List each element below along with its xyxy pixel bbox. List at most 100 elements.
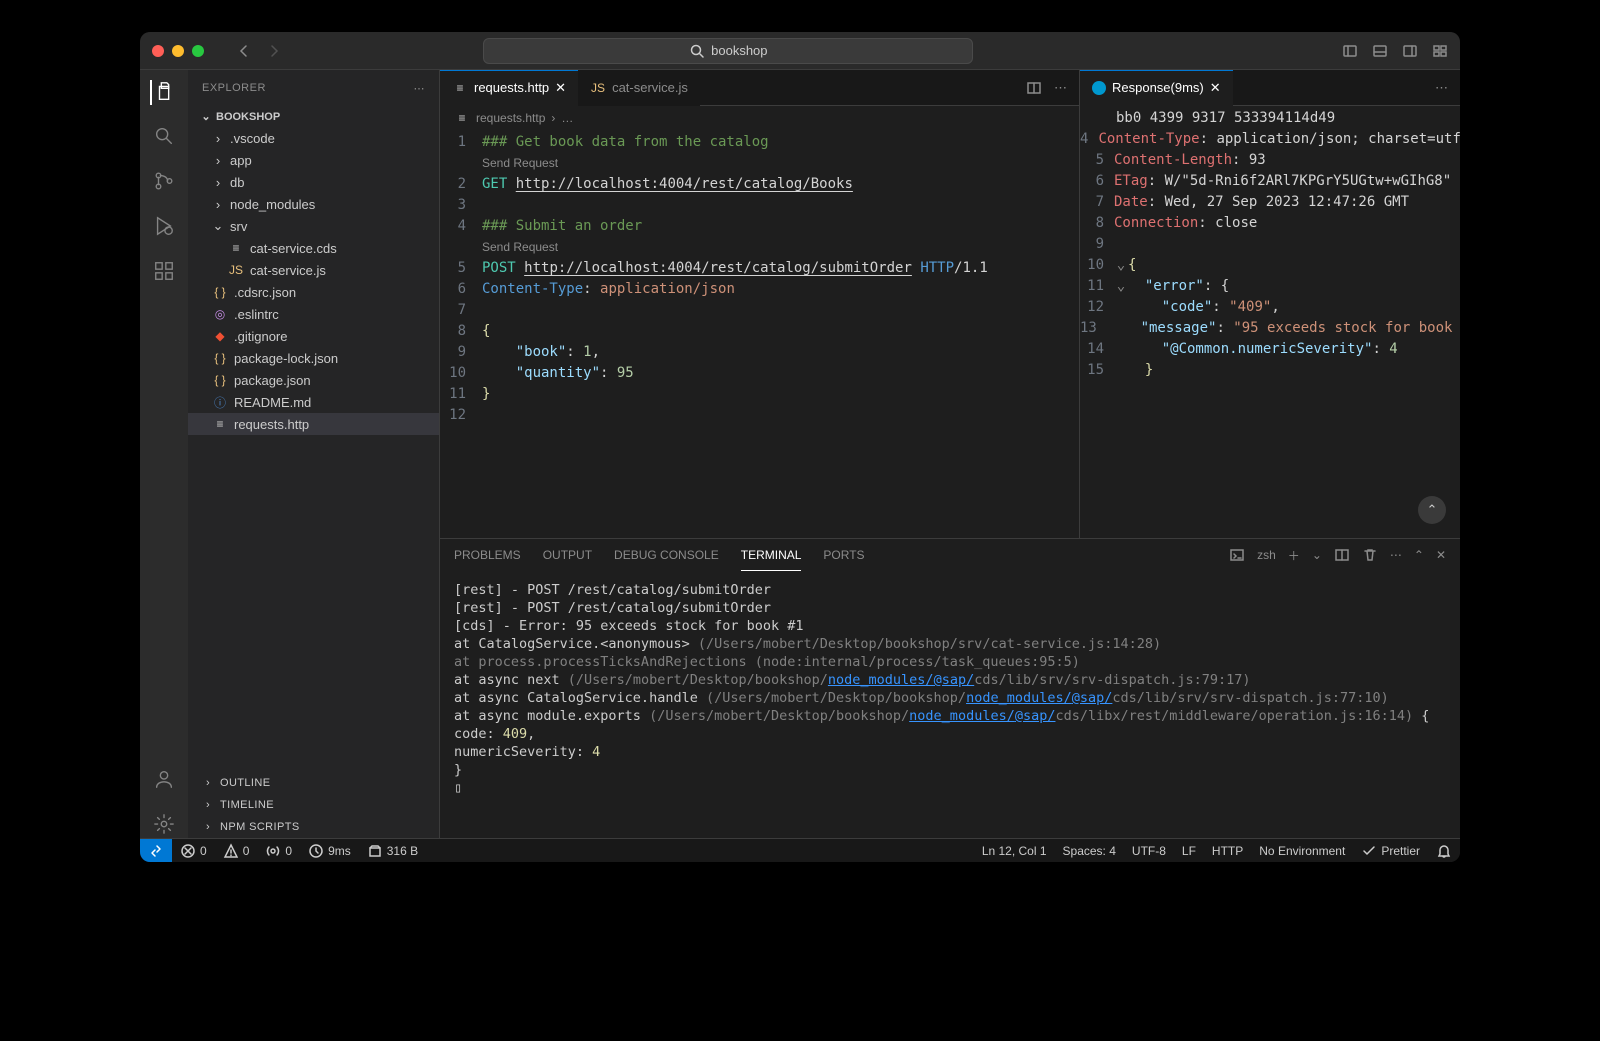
- panel-tab-terminal[interactable]: TERMINAL: [741, 539, 802, 571]
- outline-section[interactable]: ›OUTLINE: [188, 772, 439, 794]
- panel-more-icon[interactable]: ⋯: [1390, 548, 1402, 562]
- project-section-header[interactable]: ⌄ BOOKSHOP: [188, 106, 439, 127]
- codelens-send-request[interactable]: Send Request: [440, 153, 1079, 174]
- kill-terminal-icon[interactable]: [1362, 547, 1378, 563]
- status-duration[interactable]: 9ms: [300, 843, 359, 859]
- status-warnings[interactable]: 0: [215, 843, 258, 859]
- status-eol[interactable]: LF: [1174, 843, 1204, 859]
- panel-tab-ports[interactable]: PORTS: [823, 539, 864, 571]
- bell-icon: [1436, 843, 1452, 859]
- tree-row-file-selected[interactable]: ≡requests.http: [188, 413, 439, 435]
- eslint-icon: ◎: [212, 307, 228, 321]
- file-icon: ≡: [454, 111, 470, 125]
- close-tab-icon[interactable]: ✕: [1210, 80, 1221, 96]
- more-icon[interactable]: ⋯: [1435, 80, 1448, 96]
- tree-row-folder[interactable]: ›.vscode: [188, 127, 439, 149]
- activity-debug-icon[interactable]: [153, 215, 175, 240]
- close-window[interactable]: [152, 45, 164, 57]
- tree-row-file[interactable]: { }.cdsrc.json: [188, 281, 439, 303]
- activity-accounts-icon[interactable]: [153, 768, 175, 793]
- json-icon: { }: [212, 373, 228, 387]
- tree-row-file[interactable]: ◆.gitignore: [188, 325, 439, 347]
- tree-row-folder[interactable]: ›db: [188, 171, 439, 193]
- panel-close-icon[interactable]: ✕: [1436, 548, 1446, 562]
- panel-maximize-icon[interactable]: ⌃: [1414, 548, 1424, 562]
- fold-icon[interactable]: ⌄: [1114, 255, 1128, 276]
- status-bar: 0 0 0 9ms 316 B Ln 12, Col 1 Spaces: 4 U…: [140, 838, 1460, 862]
- more-icon[interactable]: ⋯: [1054, 80, 1067, 96]
- status-indent[interactable]: Spaces: 4: [1055, 843, 1124, 859]
- tree-row-folder[interactable]: ⌄srv: [188, 215, 439, 237]
- layout-sidebar-right-icon[interactable]: [1402, 43, 1418, 59]
- tree-row-file[interactable]: { }package.json: [188, 369, 439, 391]
- split-editor-icon[interactable]: [1026, 80, 1042, 96]
- breadcrumb[interactable]: ≡ requests.http › …: [440, 106, 1079, 130]
- clock-icon: [308, 843, 324, 859]
- fold-icon[interactable]: ⌄: [1114, 276, 1128, 297]
- explorer-more-icon[interactable]: ⋯: [414, 82, 426, 95]
- vscode-window: bookshop EXPLORER ⋯ ⌄: [140, 32, 1460, 862]
- search-icon: [689, 43, 705, 59]
- shell-name[interactable]: zsh: [1257, 548, 1276, 562]
- remote-indicator[interactable]: [140, 839, 172, 863]
- terminal-dropdown-icon[interactable]: ⌄: [1312, 548, 1322, 562]
- activity-search-icon[interactable]: [153, 125, 175, 150]
- explorer-sidebar: EXPLORER ⋯ ⌄ BOOKSHOP ›.vscode ›app ›db …: [188, 70, 440, 838]
- tree-row-file[interactable]: JScat-service.js: [188, 259, 439, 281]
- status-encoding[interactable]: UTF-8: [1124, 843, 1174, 859]
- search-text: bookshop: [711, 43, 767, 58]
- activity-scm-icon[interactable]: [153, 170, 175, 195]
- status-language[interactable]: HTTP: [1204, 843, 1251, 859]
- panel-tab-output[interactable]: OUTPUT: [543, 539, 592, 571]
- git-icon: ◆: [212, 329, 228, 343]
- titlebar-right: [1342, 43, 1448, 59]
- nav-forward-icon[interactable]: [266, 43, 282, 59]
- tree-row-file[interactable]: { }package-lock.json: [188, 347, 439, 369]
- tab-cat-service-js[interactable]: JS cat-service.js: [578, 70, 700, 106]
- tab-response[interactable]: Response(9ms) ✕: [1080, 70, 1233, 106]
- new-terminal-icon[interactable]: ＋: [1288, 547, 1300, 564]
- tab-actions: ⋯: [1026, 80, 1079, 96]
- tree-row-folder[interactable]: ›app: [188, 149, 439, 171]
- tree-row-file[interactable]: ⓘREADME.md: [188, 391, 439, 413]
- status-cursor[interactable]: Ln 12, Col 1: [974, 843, 1055, 859]
- npm-scripts-section[interactable]: ›NPM SCRIPTS: [188, 816, 439, 838]
- zoom-window[interactable]: [192, 45, 204, 57]
- status-errors[interactable]: 0: [172, 843, 215, 859]
- status-radio[interactable]: 0: [257, 843, 300, 859]
- layout-sidebar-left-icon[interactable]: [1342, 43, 1358, 59]
- js-icon: JS: [228, 263, 244, 277]
- activity-extensions-icon[interactable]: [153, 260, 175, 285]
- panel-tab-problems[interactable]: PROBLEMS: [454, 539, 521, 571]
- code-editor[interactable]: 1### Get book data from the catalog Send…: [440, 130, 1079, 538]
- layout-panel-icon[interactable]: [1372, 43, 1388, 59]
- minimize-window[interactable]: [172, 45, 184, 57]
- more-icon: …: [561, 111, 573, 125]
- nav-back-icon[interactable]: [236, 43, 252, 59]
- tree-row-file[interactable]: ≡cat-service.cds: [188, 237, 439, 259]
- editor-pane-right: Response(9ms) ✕ ⋯ bb0 4399 9317 53339411…: [1080, 70, 1460, 538]
- activity-settings-icon[interactable]: [153, 813, 175, 838]
- tree-row-folder[interactable]: ›node_modules: [188, 193, 439, 215]
- layout-customize-icon[interactable]: [1432, 43, 1448, 59]
- timeline-section[interactable]: ›TIMELINE: [188, 794, 439, 816]
- panel-tab-debug[interactable]: DEBUG CONSOLE: [614, 539, 719, 571]
- command-center-search[interactable]: bookshop: [483, 38, 973, 64]
- file-tree: ›.vscode ›app ›db ›node_modules ⌄srv ≡ca…: [188, 127, 439, 772]
- status-environment[interactable]: No Environment: [1251, 843, 1353, 859]
- split-terminal-icon[interactable]: [1334, 547, 1350, 563]
- close-tab-icon[interactable]: ✕: [555, 80, 566, 96]
- titlebar: bookshop: [140, 32, 1460, 70]
- codelens-send-request[interactable]: Send Request: [440, 237, 1079, 258]
- activity-explorer-icon[interactable]: [150, 80, 176, 105]
- response-viewer[interactable]: bb0 4399 9317 533394114d49 4Content-Type…: [1080, 106, 1460, 538]
- activity-bar: [140, 70, 188, 838]
- status-size[interactable]: 316 B: [359, 843, 426, 859]
- status-notifications[interactable]: [1428, 843, 1460, 859]
- js-icon: JS: [590, 81, 606, 95]
- scroll-to-top-button[interactable]: ⌃: [1418, 496, 1446, 524]
- tab-requests-http[interactable]: ≡ requests.http ✕: [440, 70, 578, 106]
- terminal-content[interactable]: [rest] - POST /rest/catalog/submitOrder …: [440, 571, 1460, 838]
- tree-row-file[interactable]: ◎.eslintrc: [188, 303, 439, 325]
- status-prettier[interactable]: Prettier: [1353, 843, 1428, 859]
